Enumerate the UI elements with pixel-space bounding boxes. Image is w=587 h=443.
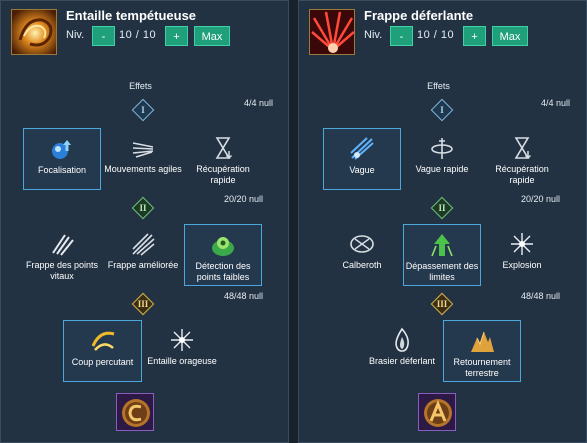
skill-header: Entaille tempétueuse Niv. - 10 / 10 + Ma… (1, 1, 288, 73)
tier-3-count: 48/48 null (520, 291, 560, 301)
wave-slash-icon (350, 137, 374, 160)
level-increase-button[interactable]: + (165, 26, 188, 46)
talent-recuperation-rapide[interactable]: Récupération rapide (483, 128, 561, 190)
tier-3-numeral: III (436, 299, 448, 309)
blade-rays-icon (132, 233, 155, 256)
tier-2-numeral: II (438, 203, 446, 213)
talent-focalisation[interactable]: Focalisation (23, 128, 101, 190)
skill-panel-entaille: Entaille tempétueuse Niv. - 10 / 10 + Ma… (0, 0, 289, 443)
rune-c-icon (122, 399, 150, 427)
level-max-button[interactable]: Max (194, 26, 230, 46)
green-up-arrow-icon (431, 234, 453, 257)
talent-coup-percutant[interactable]: Coup percutant (63, 320, 142, 382)
talent-label: Calberoth (342, 260, 382, 270)
talent-label: Dépassement des limites (405, 261, 479, 282)
talent-label: Récupération rapide (495, 164, 549, 185)
effects-label: Effets (129, 81, 152, 91)
focus-orb-icon (52, 140, 71, 159)
talent-label: Vague rapide (415, 164, 469, 174)
rune-slot[interactable] (116, 393, 154, 431)
flame-icon (395, 327, 409, 352)
tier-1-numeral: I (440, 105, 444, 115)
talent-label: Focalisation (37, 165, 87, 175)
skill-title: Entaille tempétueuse (66, 8, 197, 23)
surging-strike-skill-icon[interactable] (309, 9, 355, 55)
level-value: 10 / 10 (417, 29, 455, 41)
talent-label: Vague (349, 165, 375, 175)
hourglass-icon (215, 137, 233, 160)
talent-depassement-limites[interactable]: Dépassement des limites (403, 224, 481, 286)
tier-2-numeral: II (139, 203, 147, 213)
tempest-slash-skill-icon[interactable] (11, 9, 57, 55)
panel-divider (289, 0, 298, 443)
talent-brasier-deferlant[interactable]: Brasier déferlant (363, 320, 441, 382)
rock-spikes-icon (471, 331, 494, 352)
talent-label: Mouvements agiles (104, 164, 182, 174)
compass-icon (350, 235, 374, 253)
green-crest-icon (212, 237, 234, 256)
talent-explosion[interactable]: Explosion (483, 224, 561, 286)
talent-retournement-terrestre[interactable]: Retournement terrestre (443, 320, 521, 382)
talent-label: Coup percutant (71, 357, 134, 367)
tier-1-numeral: I (141, 105, 145, 115)
talent-frappe-points-vitaux[interactable]: Frappe des points vitaux (23, 224, 101, 286)
talent-label: Retournement terrestre (453, 357, 511, 378)
rune-a-icon (424, 399, 452, 427)
claw-slash-icon (52, 234, 74, 256)
level-decrease-button[interactable]: - (390, 26, 413, 46)
level-increase-button[interactable]: + (463, 26, 486, 46)
talent-label: Entaille orageuse (147, 356, 217, 366)
talent-label: Récupération rapide (196, 164, 250, 185)
talent-recuperation-rapide[interactable]: Récupération rapide (184, 128, 262, 190)
level-label: Niv. (66, 29, 85, 41)
talent-detection-points-faibles[interactable]: Détection des points faibles (184, 224, 262, 286)
tier-1-count: 4/4 null (540, 98, 570, 108)
spark-burst-icon (171, 329, 193, 351)
talent-calberoth[interactable]: Calberoth (323, 224, 401, 286)
talent-label: Détection des points faibles (195, 261, 251, 282)
tier-3-count: 48/48 null (223, 291, 263, 301)
talent-frappe-amelioree[interactable]: Frappe améliorée (104, 224, 182, 286)
level-value: 10 / 10 (119, 29, 157, 41)
whirl-icon (431, 138, 453, 159)
tier-2-count: 20/20 null (520, 194, 560, 204)
talent-label: Frappe des points vitaux (25, 260, 99, 281)
skill-title: Frappe déferlante (364, 8, 474, 23)
tier-3-numeral: III (137, 299, 149, 309)
golden-arc-icon (91, 331, 114, 351)
level-max-button[interactable]: Max (492, 26, 528, 46)
talent-vague-rapide[interactable]: Vague rapide (403, 128, 481, 190)
tier-2-count: 20/20 null (223, 194, 263, 204)
hourglass-icon (514, 137, 532, 160)
skill-header: Frappe déferlante Niv. - 10 / 10 + Max (299, 1, 586, 73)
level-decrease-button[interactable]: - (92, 26, 115, 46)
rune-slot[interactable] (418, 393, 456, 431)
skill-panel-frappe: Frappe déferlante Niv. - 10 / 10 + Max E… (298, 0, 587, 443)
swift-motion-icon (132, 142, 154, 158)
talent-mouvements-agiles[interactable]: Mouvements agiles (104, 128, 182, 190)
spark-burst-icon (511, 233, 533, 255)
tier-1-count: 4/4 null (243, 98, 273, 108)
talent-entaille-orageuse[interactable]: Entaille orageuse (143, 320, 221, 382)
level-label: Niv. (364, 29, 383, 41)
talent-label: Explosion (502, 260, 542, 270)
effects-label: Effets (427, 81, 450, 91)
talent-label: Brasier déferlant (368, 356, 436, 366)
talent-vague[interactable]: Vague (323, 128, 401, 190)
talent-label: Frappe améliorée (107, 260, 179, 270)
